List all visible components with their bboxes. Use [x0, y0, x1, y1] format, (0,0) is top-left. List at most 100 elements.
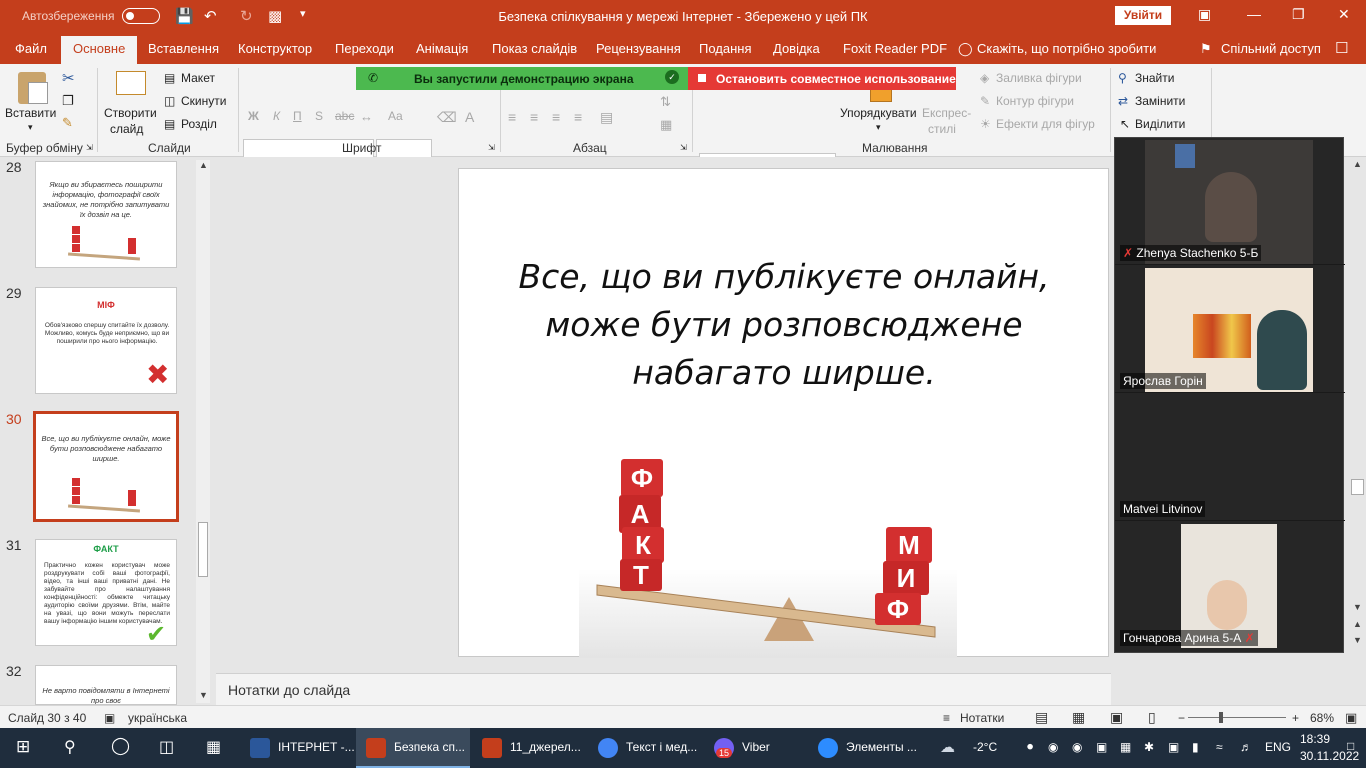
char-spacing-icon[interactable]: ↔	[360, 109, 373, 124]
restore-icon[interactable]: ❐	[1292, 6, 1305, 23]
dialog-launcher-icon[interactable]: ⇲	[488, 143, 495, 152]
align-center-icon[interactable]: ≡	[530, 109, 538, 125]
tab-file[interactable]: Файл	[15, 41, 47, 56]
notes-button[interactable]: Нотатки	[960, 711, 1004, 725]
shape-effects-button[interactable]: Ефекти для фігур	[996, 117, 1095, 131]
stop-sharing-button[interactable]: Остановить совместное использование	[688, 67, 956, 90]
slideshow-icon[interactable]: ▯	[1148, 709, 1156, 726]
slide-thumbnail-30[interactable]: Все, що ви публікуєте онлайн, може бути …	[33, 411, 179, 522]
slide-sorter-icon[interactable]: ▦	[1072, 709, 1085, 726]
section-button[interactable]: Розділ	[181, 117, 217, 131]
participant-tile[interactable]: ✗ Zhenya Stachenko 5-Б	[1115, 138, 1345, 265]
new-slide-icon[interactable]	[116, 71, 146, 95]
replace-button[interactable]: Замінити	[1135, 94, 1185, 108]
text-direction-icon[interactable]: ⇅	[660, 94, 671, 110]
select-button[interactable]: Виділити	[1135, 117, 1185, 131]
new-slide-label-1[interactable]: Створити	[104, 106, 157, 120]
spellcheck-icon[interactable]: ▣	[104, 711, 115, 725]
dialog-launcher-icon[interactable]: ⇲	[86, 143, 93, 152]
align-text-icon[interactable]: ▦	[660, 117, 672, 133]
tab-home[interactable]: Основне	[61, 36, 138, 64]
tab-help[interactable]: Довідка	[773, 41, 820, 56]
format-painter-icon[interactable]: ✎	[62, 115, 73, 131]
scrollbar-thumb[interactable]	[1351, 479, 1364, 495]
chevron-down-icon[interactable]: ▾	[876, 122, 881, 133]
taskbar-app-zoom[interactable]: Элементы ...	[808, 728, 922, 768]
dialog-launcher-icon[interactable]: ⇲	[680, 143, 687, 152]
new-slide-label-2[interactable]: слайд	[110, 122, 143, 136]
justify-icon[interactable]: ≡	[574, 109, 582, 125]
zoom-in-icon[interactable]: +	[1292, 711, 1299, 725]
minimize-icon[interactable]: —	[1247, 6, 1261, 22]
columns-icon[interactable]: ▤	[600, 109, 613, 126]
align-left-icon[interactable]: ≡	[508, 109, 516, 125]
change-case-button[interactable]: Aa	[388, 109, 403, 123]
tab-view[interactable]: Подання	[699, 41, 752, 56]
notes-placeholder[interactable]: Нотатки до слайда	[228, 682, 350, 698]
strikethrough-button[interactable]: abc	[335, 109, 354, 123]
layout-button[interactable]: Макет	[181, 71, 215, 85]
volume-icon[interactable]: ♬	[1240, 740, 1252, 754]
font-color-icon[interactable]: A	[465, 109, 474, 125]
weather-temperature[interactable]: -2°C	[973, 740, 997, 754]
share-button[interactable]: Спільний доступ	[1221, 41, 1321, 56]
task-view-icon[interactable]: ◫	[159, 737, 174, 757]
reset-button[interactable]: Скинути	[181, 94, 226, 108]
next-slide-icon[interactable]: ▼	[1353, 635, 1362, 645]
previous-slide-icon[interactable]: ▲	[1353, 619, 1362, 629]
tab-foxit[interactable]: Foxit Reader PDF	[843, 41, 947, 56]
clear-format-icon[interactable]: ⌫	[437, 109, 457, 126]
slide-thumbnail-28[interactable]: Якщо ви збираєтесь поширити інформацію, …	[35, 161, 177, 268]
fit-to-window-icon[interactable]: ▣	[1345, 710, 1357, 726]
bluetooth-icon[interactable]: ✱	[1144, 740, 1154, 754]
tab-review[interactable]: Рецензування	[596, 41, 681, 56]
shape-fill-button[interactable]: Заливка фігури	[996, 71, 1082, 85]
normal-view-icon[interactable]: ▤	[1035, 709, 1048, 726]
comments-icon[interactable]: ☐	[1335, 39, 1348, 57]
scrollbar-thumb[interactable]	[198, 522, 208, 577]
tell-me-search[interactable]: Скажіть, що потрібно зробити	[977, 41, 1156, 56]
taskbar-app-word[interactable]: ІНТЕРНЕТ -...	[240, 728, 355, 768]
tab-animations[interactable]: Анімація	[416, 41, 468, 56]
arrange-button[interactable]: Упорядкувати	[840, 106, 917, 120]
microphone-icon[interactable]: ⚫	[1025, 740, 1035, 754]
participant-tile[interactable]: Гончарова Арина 5-А ✗	[1115, 522, 1345, 649]
slide-thumbnail-31[interactable]: ФАКТ Практично кожен користувач може роз…	[35, 539, 177, 646]
close-icon[interactable]: ✕	[1338, 6, 1350, 23]
chevron-down-icon[interactable]: ▾	[28, 122, 33, 133]
align-right-icon[interactable]: ≡	[552, 109, 560, 125]
calculator-icon[interactable]: ▦	[206, 737, 221, 757]
notes-pane[interactable]: Нотатки до слайда	[216, 673, 1111, 705]
clock-time[interactable]: 18:39	[1300, 732, 1330, 746]
participant-tile[interactable]: Ярослав Горін	[1115, 266, 1345, 393]
language-indicator[interactable]: українська	[128, 711, 187, 725]
slide-thumbnail-29[interactable]: МІФ Обов'язково спершу спитайте їх дозво…	[35, 287, 177, 394]
underline-button[interactable]: П	[293, 109, 302, 123]
zoom-tray-icon[interactable]: ◉	[1072, 740, 1082, 754]
quick-styles-label-1[interactable]: Експрес-	[922, 106, 971, 120]
quick-styles-label-2[interactable]: стилі	[928, 122, 956, 136]
taskbar-app-powerpoint-active[interactable]: Безпека сп...	[356, 728, 470, 768]
input-language[interactable]: ENG	[1265, 740, 1291, 754]
tray-app-icon[interactable]: ◉	[1048, 740, 1058, 754]
paste-button[interactable]: Вставити	[5, 106, 56, 120]
notifications-icon[interactable]: □	[1347, 739, 1354, 753]
zoom-slider[interactable]	[1188, 712, 1286, 723]
signin-button[interactable]: Увійти	[1115, 6, 1171, 25]
shape-outline-button[interactable]: Контур фігури	[996, 94, 1074, 108]
search-icon[interactable]: ⚲	[64, 737, 76, 757]
wifi-icon[interactable]: ≈	[1216, 740, 1223, 754]
ribbon-display-icon[interactable]: ▣	[1198, 6, 1211, 23]
tab-transitions[interactable]: Переходи	[335, 41, 394, 56]
italic-button[interactable]: К	[273, 109, 280, 123]
cut-icon[interactable]: ✂	[62, 69, 75, 87]
battery-icon[interactable]: ▮	[1192, 740, 1199, 754]
taskbar-app-viber[interactable]: 15 Viber	[704, 728, 804, 768]
zoom-level[interactable]: 68%	[1310, 711, 1334, 725]
zoom-out-icon[interactable]: −	[1178, 711, 1185, 725]
slide-thumbnail-32[interactable]: Не варто повідомляти в Інтернеті про сво…	[35, 665, 177, 705]
reading-view-icon[interactable]: ▣	[1110, 709, 1123, 726]
tray-app-icon[interactable]: ▣	[1096, 740, 1107, 754]
copy-icon[interactable]: ❐	[62, 93, 74, 109]
scroll-down-icon[interactable]: ▼	[1353, 602, 1362, 612]
